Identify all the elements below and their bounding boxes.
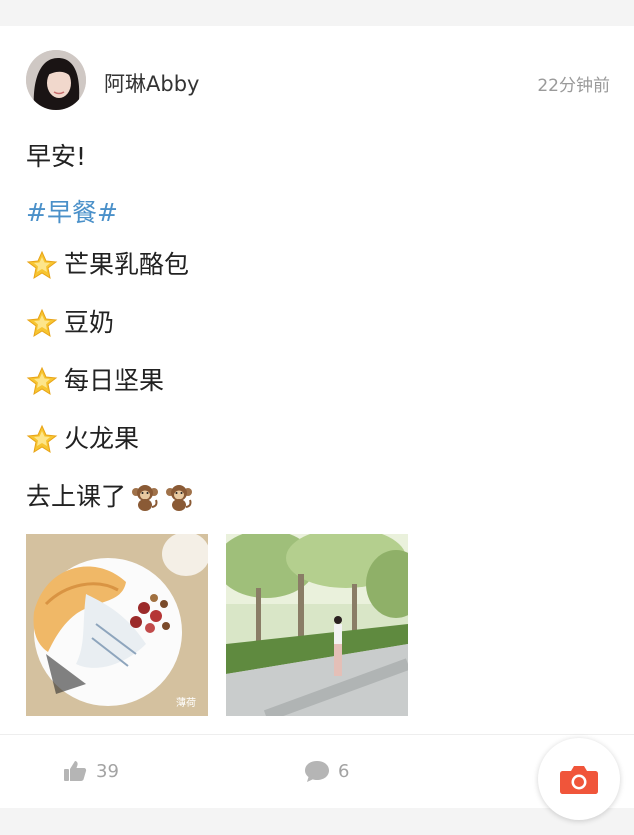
list-item-text: 芒果乳酪包 <box>64 250 190 279</box>
like-button[interactable]: 39 <box>62 758 119 784</box>
post-closing: 去上课了 <box>26 480 194 514</box>
glowing-star-icon <box>26 366 58 396</box>
list-item-text: 每日坚果 <box>64 366 165 395</box>
comment-bubble-icon <box>305 761 329 782</box>
photo-watermark: 薄荷 <box>176 696 196 709</box>
list-item: 豆奶 <box>26 306 114 340</box>
tree-lined-path-photo[interactable] <box>226 534 408 716</box>
monkey-icon <box>166 485 193 511</box>
like-count: 39 <box>96 760 119 782</box>
camera-button[interactable] <box>538 738 620 820</box>
hashtag-link[interactable]: #早餐# <box>26 196 118 230</box>
monkey-icon <box>132 485 159 511</box>
feed-post-card: 阿琳Abby 22分钟前 早安! #早餐# 芒果乳酪包 豆奶 每日坚果 火龙果 … <box>0 26 634 808</box>
glowing-star-icon <box>26 250 58 280</box>
username[interactable]: 阿琳Abby <box>104 68 199 98</box>
camera-icon <box>560 766 598 794</box>
post-greeting: 早安! <box>26 140 86 174</box>
comment-count: 6 <box>338 760 350 782</box>
list-item: 每日坚果 <box>26 364 164 398</box>
avatar[interactable] <box>26 50 86 110</box>
closing-text: 去上课了 <box>26 482 127 511</box>
thumbs-up-icon <box>64 761 87 781</box>
glowing-star-icon <box>26 308 58 338</box>
avatar-image <box>26 50 86 110</box>
comment-button[interactable]: 6 <box>304 758 349 784</box>
greeting-text: 早安! <box>26 142 87 171</box>
list-item: 火龙果 <box>26 422 139 456</box>
action-bar-divider <box>0 734 634 735</box>
tree-lined-path-image <box>226 534 408 716</box>
breakfast-plate-photo[interactable]: 薄荷 <box>26 534 208 716</box>
list-item-text: 火龙果 <box>64 424 140 453</box>
list-item: 芒果乳酪包 <box>26 248 189 282</box>
glowing-star-icon <box>26 424 58 454</box>
list-item-text: 豆奶 <box>64 308 115 337</box>
breakfast-plate-image: 薄荷 <box>26 534 208 716</box>
post-timestamp: 22分钟前 <box>537 76 610 96</box>
post-hashtag-line: #早餐# <box>26 196 118 230</box>
